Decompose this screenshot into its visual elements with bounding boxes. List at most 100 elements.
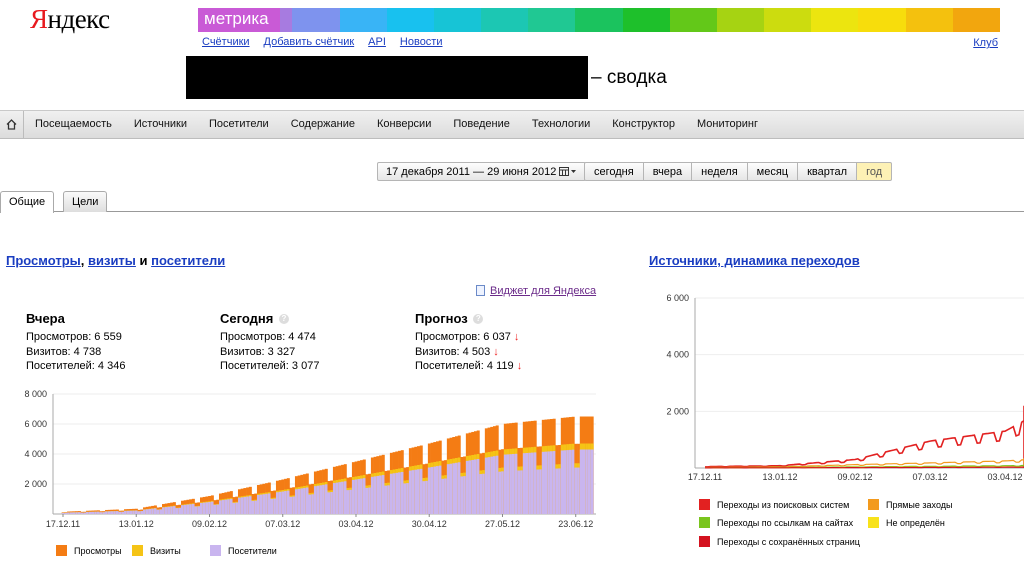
bar-2 bbox=[64, 512, 68, 514]
card-yesterday: Вчера Просмотров: 6 559 Визитов: 4 738 П… bbox=[14, 303, 201, 379]
visits-link[interactable]: визиты bbox=[88, 253, 136, 268]
bar-2 bbox=[398, 472, 402, 514]
bar-2 bbox=[457, 462, 461, 514]
bar-2 bbox=[121, 511, 125, 514]
bar-2 bbox=[153, 508, 157, 514]
x-tick-label: 27.05.12 bbox=[485, 519, 520, 529]
legend-item[interactable]: Не определён bbox=[868, 517, 945, 528]
bar-2 bbox=[210, 501, 214, 514]
bar-2 bbox=[232, 502, 236, 514]
bar-2 bbox=[368, 487, 372, 514]
views-link[interactable]: Просмотры bbox=[6, 253, 81, 268]
bar-2 bbox=[246, 496, 250, 514]
period-quarter-button[interactable]: квартал bbox=[798, 162, 858, 181]
bar-2 bbox=[110, 511, 114, 514]
nav-add-counter-link[interactable]: Добавить счётчик bbox=[264, 36, 355, 48]
bar-2 bbox=[373, 476, 377, 514]
bar-2 bbox=[411, 470, 415, 514]
period-selector: сегодня вчера неделя месяц квартал год bbox=[584, 162, 893, 181]
bar-2 bbox=[455, 462, 459, 514]
bar-2 bbox=[224, 499, 228, 514]
card-row: Визитов: 4 503 ↓ bbox=[415, 345, 499, 358]
color-bar-segment bbox=[669, 8, 717, 32]
bar-2 bbox=[444, 478, 448, 514]
bar-2 bbox=[506, 454, 510, 514]
bar-2 bbox=[541, 451, 545, 514]
bar-2 bbox=[278, 491, 282, 514]
bar-2 bbox=[476, 459, 480, 514]
color-bar-segment bbox=[858, 8, 906, 32]
help-icon[interactable]: ? bbox=[473, 314, 484, 324]
nav-news-link[interactable]: Новости bbox=[400, 36, 443, 48]
legend-swatch bbox=[132, 545, 143, 556]
left-section-title: Просмотры, визиты и посетители bbox=[6, 253, 226, 268]
bar-2 bbox=[436, 466, 440, 514]
bar-2 bbox=[446, 464, 450, 514]
sources-dynamics-chart: 6 000 4 000 2 000 17.12.11 13.01.12 09.02.12 0… bbox=[666, 293, 1024, 480]
nav-api-link[interactable]: API bbox=[368, 36, 386, 48]
bar-2 bbox=[568, 449, 572, 514]
x-tick-label: 07.03.12 bbox=[265, 519, 300, 529]
menu-constructor[interactable]: Конструктор bbox=[601, 111, 686, 138]
bar-2 bbox=[105, 511, 109, 514]
home-button[interactable] bbox=[0, 111, 24, 138]
bar-2 bbox=[102, 512, 106, 514]
color-bar-segment bbox=[528, 8, 576, 32]
sources-dynamics-link[interactable]: Источники, динамика переходов bbox=[649, 253, 860, 268]
bar-2 bbox=[115, 511, 119, 514]
widget-link[interactable]: Виджет для Яндекса bbox=[490, 285, 596, 297]
menu-monitoring[interactable]: Мониторинг bbox=[686, 111, 769, 138]
visitors-link[interactable]: посетители bbox=[151, 253, 225, 268]
bar-2 bbox=[327, 492, 331, 514]
menu-conversions[interactable]: Конверсии bbox=[366, 111, 442, 138]
legend-item[interactable]: Переходы с сохранённых страниц bbox=[699, 536, 860, 547]
period-month-button[interactable]: месяц bbox=[747, 162, 799, 181]
legend-item[interactable]: Визиты bbox=[132, 545, 181, 556]
menu-content[interactable]: Содержание bbox=[280, 111, 366, 138]
bar-2 bbox=[322, 484, 326, 514]
metrika-product-label[interactable]: метрика bbox=[198, 8, 280, 32]
bar-2 bbox=[351, 479, 355, 514]
legend-item[interactable]: Переходы по ссылкам на сайтах bbox=[699, 517, 853, 528]
y-tick-label: 4 000 bbox=[666, 350, 689, 360]
bar-2 bbox=[208, 502, 212, 514]
legend-item[interactable]: Прямые заходы bbox=[868, 499, 952, 510]
bar-2 bbox=[251, 500, 255, 514]
menu-behavior[interactable]: Поведение bbox=[442, 111, 521, 138]
x-tick-label: 17.12.11 bbox=[46, 519, 80, 529]
x-tick-label: 17.12.11 bbox=[688, 472, 722, 480]
menu-sources[interactable]: Источники bbox=[123, 111, 198, 138]
bar-2 bbox=[343, 481, 347, 514]
period-week-button[interactable]: неделя bbox=[692, 162, 748, 181]
legend-item[interactable]: Просмотры bbox=[56, 545, 122, 556]
menu-visitors[interactable]: Посетители bbox=[198, 111, 280, 138]
color-bar-segment bbox=[292, 8, 340, 32]
bar-2 bbox=[235, 502, 239, 514]
date-range-picker[interactable]: 17 декабря 2011 — 29 июня 2012 bbox=[377, 162, 587, 181]
bar-2 bbox=[227, 499, 231, 514]
nav-counters-link[interactable]: Счётчики bbox=[202, 36, 250, 48]
club-link[interactable]: Клуб bbox=[973, 37, 998, 49]
bar-2 bbox=[254, 500, 258, 514]
color-bar-segment bbox=[433, 8, 482, 32]
color-bar-segment bbox=[764, 8, 812, 32]
tab-general[interactable]: Общие bbox=[0, 191, 55, 213]
bar-2 bbox=[362, 478, 366, 514]
yandex-logo[interactable]: Яндекс bbox=[30, 4, 110, 35]
period-yesterday-button[interactable]: вчера bbox=[643, 162, 693, 181]
menu-traffic[interactable]: Посещаемость bbox=[24, 111, 123, 138]
menu-technologies[interactable]: Технологии bbox=[521, 111, 601, 138]
tab-goals[interactable]: Цели bbox=[63, 191, 108, 212]
bar-2 bbox=[408, 470, 412, 514]
legend-item[interactable]: Переходы из поисковых систем bbox=[699, 499, 849, 510]
y-tick-label: 6 000 bbox=[666, 293, 689, 303]
bar-2 bbox=[124, 510, 128, 514]
legend-item[interactable]: Посетители bbox=[210, 545, 277, 556]
help-icon[interactable]: ? bbox=[278, 314, 289, 324]
bar-2 bbox=[341, 481, 345, 514]
color-bar-segment bbox=[339, 8, 387, 32]
bar-2 bbox=[151, 508, 155, 514]
period-today-button[interactable]: сегодня bbox=[584, 162, 644, 181]
legend-swatch bbox=[868, 499, 879, 510]
period-year-button[interactable]: год bbox=[857, 162, 893, 181]
